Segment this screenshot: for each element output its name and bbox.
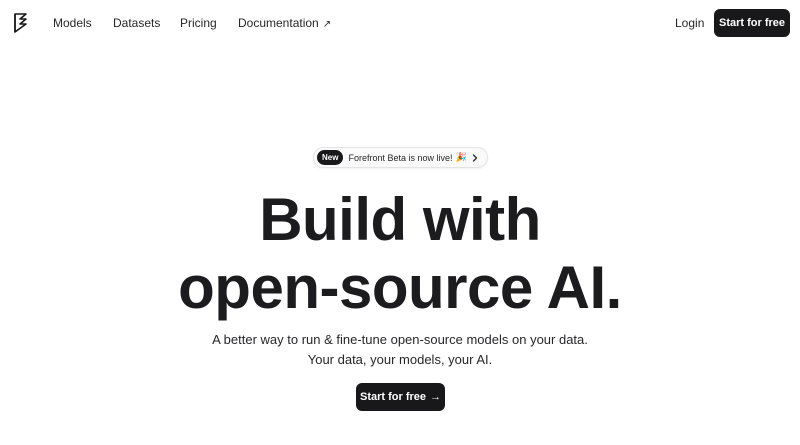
arrow-up-right-icon: ↗	[322, 19, 332, 30]
forefront-logo-icon[interactable]	[12, 12, 30, 34]
new-badge: New	[317, 150, 344, 165]
hero-start-for-free-button[interactable]: Start for free →	[356, 383, 445, 411]
hero-title-line-1: Build with	[259, 186, 541, 253]
login-link[interactable]: Login	[675, 16, 704, 30]
hero-title: Build with open-source AI.	[0, 186, 800, 322]
hero-subtitle-line-1: A better way to run & fine-tune open-sou…	[212, 332, 588, 347]
nav-link-datasets[interactable]: Datasets	[113, 16, 160, 30]
top-navbar: Models Datasets Pricing Documentation ↗ L…	[0, 0, 800, 46]
announcement-text: Forefront Beta is now live!	[348, 152, 453, 163]
hero-subtitle: A better way to run & fine-tune open-sou…	[0, 330, 800, 370]
hero-title-line-2: open-source AI.	[178, 254, 622, 321]
announcement-pill[interactable]: New Forefront Beta is now live! 🎉	[313, 147, 488, 168]
nav-link-models[interactable]: Models	[53, 16, 92, 30]
arrow-right-icon: →	[430, 391, 442, 403]
page: Models Datasets Pricing Documentation ↗ L…	[0, 0, 800, 445]
nav-link-pricing[interactable]: Pricing	[180, 16, 217, 30]
hero-subtitle-line-2: Your data, your models, your AI.	[307, 352, 493, 367]
nav-start-for-free-button[interactable]: Start for free	[714, 9, 790, 37]
party-popper-icon: 🎉	[455, 152, 467, 162]
nav-link-documentation[interactable]: Documentation ↗	[238, 16, 331, 30]
chevron-right-icon	[472, 154, 478, 162]
nav-link-documentation-label: Documentation	[238, 16, 319, 30]
hero-cta-label: Start for free	[359, 391, 427, 403]
